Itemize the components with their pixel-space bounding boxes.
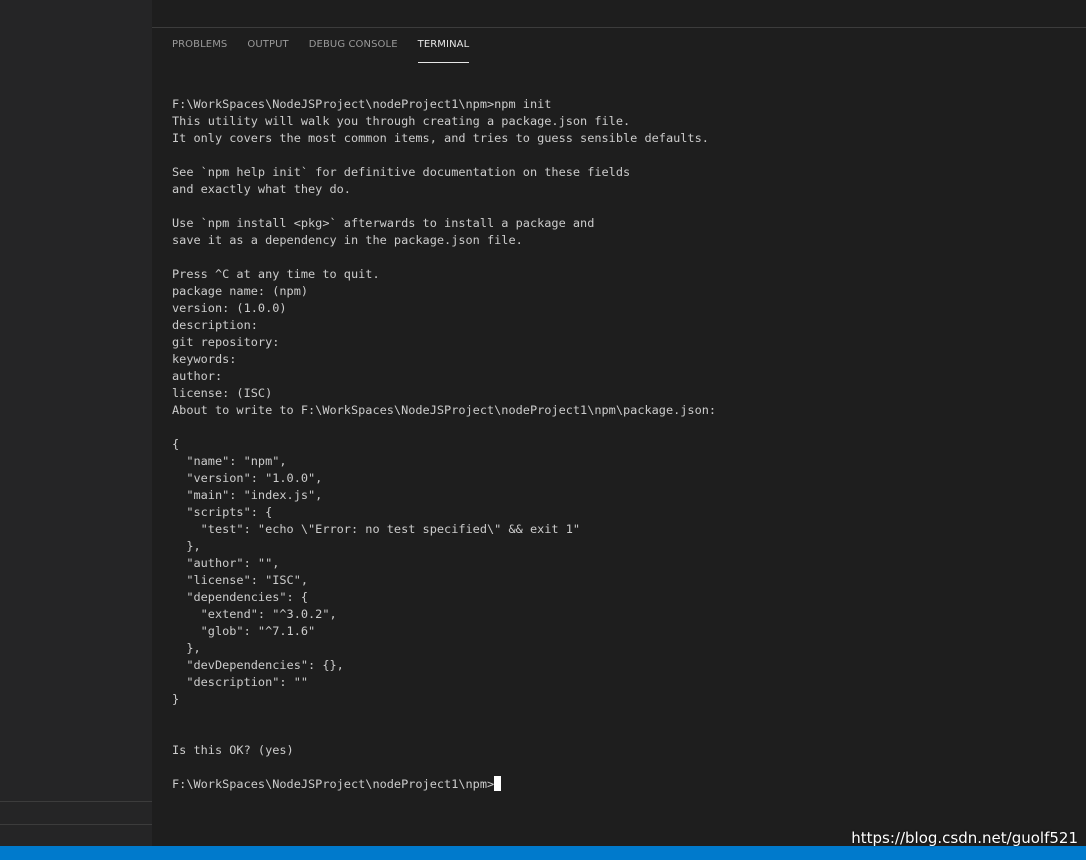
tab-terminal[interactable]: TERMINAL — [417, 39, 470, 63]
terminal-line: "license": "ISC", — [172, 573, 309, 587]
sidebar-divider — [0, 824, 152, 825]
terminal-line: Use `npm install <pkg>` afterwards to in… — [172, 216, 595, 230]
terminal-line: About to write to F:\WorkSpaces\NodeJSPr… — [172, 403, 717, 417]
terminal-line: "dependencies": { — [172, 590, 309, 604]
terminal-cursor — [494, 776, 502, 791]
terminal-line: { — [172, 437, 180, 451]
terminal-line: "test": "echo \"Error: no test specified… — [172, 522, 581, 536]
terminal-line: license: (ISC) — [172, 386, 273, 400]
terminal-output[interactable]: F:\WorkSpaces\NodeJSProject\nodeProject1… — [172, 96, 1072, 793]
tab-problems[interactable]: PROBLEMS — [172, 39, 227, 63]
editor-area — [152, 0, 1086, 27]
terminal-line: "name": "npm", — [172, 454, 287, 468]
vscode-window: PROBLEMS OUTPUT DEBUG CONSOLE TERMINAL F… — [0, 0, 1086, 860]
terminal-line: description: — [172, 318, 258, 332]
terminal-line: "description": "" — [172, 675, 309, 689]
terminal-line: package name: (npm) — [172, 284, 309, 298]
watermark-text: https://blog.csdn.net/guolf521 — [851, 829, 1078, 847]
terminal-line: "version": "1.0.0", — [172, 471, 323, 485]
terminal-line: See `npm help init` for definitive docum… — [172, 165, 631, 179]
terminal-line: "glob": "^7.1.6" — [172, 624, 316, 638]
terminal-line: version: (1.0.0) — [172, 301, 287, 315]
panel-tabs: PROBLEMS OUTPUT DEBUG CONSOLE TERMINAL — [172, 39, 470, 63]
terminal-line: "author": "", — [172, 556, 280, 570]
terminal-line: git repository: — [172, 335, 280, 349]
terminal-prompt-line[interactable]: F:\WorkSpaces\NodeJSProject\nodeProject1… — [172, 776, 1072, 793]
tab-debug-console[interactable]: DEBUG CONSOLE — [309, 39, 398, 63]
terminal-line: "extend": "^3.0.2", — [172, 607, 337, 621]
terminal-line: keywords: — [172, 352, 237, 366]
terminal-line: Is this OK? (yes) — [172, 743, 294, 757]
terminal-prompt: F:\WorkSpaces\NodeJSProject\nodeProject1… — [172, 777, 495, 791]
sidebar-divider — [0, 801, 152, 802]
terminal-line: "devDependencies": {}, — [172, 658, 344, 672]
terminal-line: }, — [172, 539, 201, 553]
terminal-line: This utility will walk you through creat… — [172, 114, 631, 128]
terminal-line: F:\WorkSpaces\NodeJSProject\nodeProject1… — [172, 97, 552, 111]
terminal-line: and exactly what they do. — [172, 182, 351, 196]
sidebar — [0, 0, 152, 846]
bottom-panel: PROBLEMS OUTPUT DEBUG CONSOLE TERMINAL F… — [152, 27, 1086, 847]
terminal-line: It only covers the most common items, an… — [172, 131, 709, 145]
terminal-line: "scripts": { — [172, 505, 273, 519]
terminal-line: } — [172, 692, 180, 706]
tab-output[interactable]: OUTPUT — [247, 39, 288, 63]
terminal-line: Press ^C at any time to quit. — [172, 267, 380, 281]
terminal-line: "main": "index.js", — [172, 488, 323, 502]
terminal-line: save it as a dependency in the package.j… — [172, 233, 523, 247]
terminal-line: author: — [172, 369, 223, 383]
status-bar — [0, 846, 1086, 860]
terminal-line: }, — [172, 641, 201, 655]
